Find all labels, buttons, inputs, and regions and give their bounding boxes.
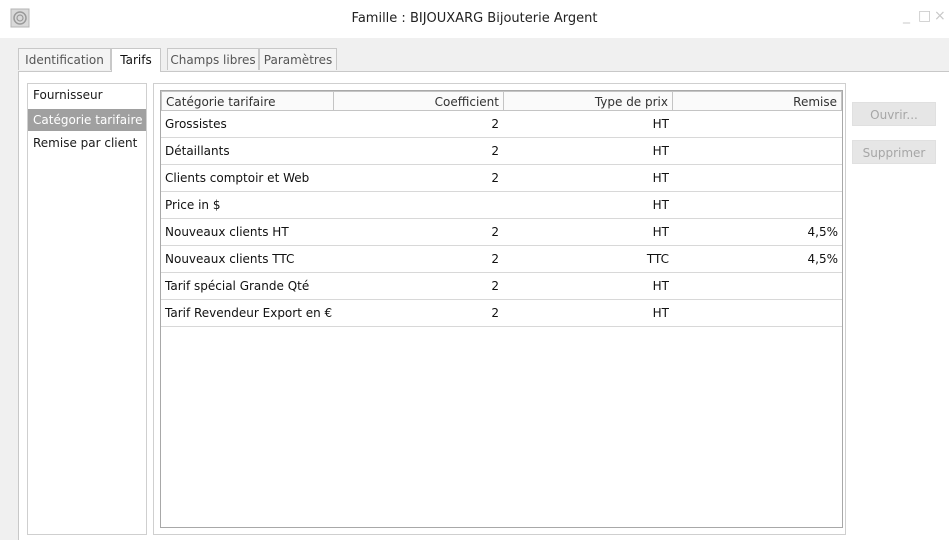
cell-categorie: Grossistes	[165, 117, 227, 131]
app-window: Famille : BIJOUXARG Bijouterie Argent _ …	[0, 0, 949, 540]
cell-categorie: Tarif Revendeur Export en €	[165, 306, 333, 320]
cell-coefficient: 2	[491, 117, 499, 131]
cell-coefficient: 2	[491, 225, 499, 239]
column-header-remise[interactable]: Remise	[672, 91, 842, 111]
nav-item-categorie-tarifaire[interactable]: Catégorie tarifaire	[28, 109, 146, 131]
title-bar: Famille : BIJOUXARG Bijouterie Argent _ …	[0, 0, 949, 38]
cell-type-de-prix: HT	[652, 306, 669, 320]
cell-coefficient	[333, 192, 503, 218]
cell-remise	[673, 273, 842, 299]
maximize-button[interactable]: □	[918, 8, 931, 24]
cell-remise	[673, 165, 842, 191]
cell-categorie: Price in $	[165, 198, 221, 212]
cell-remise: 4,5%	[807, 225, 839, 239]
cell-remise	[673, 111, 842, 137]
cell-remise	[673, 192, 842, 218]
cell-remise	[673, 138, 842, 164]
tab-identification[interactable]: Identification	[18, 48, 111, 70]
table-row[interactable]: Price in $ HT	[161, 192, 842, 219]
column-header-categorie[interactable]: Catégorie tarifaire	[161, 91, 334, 111]
cell-remise: 4,5%	[807, 252, 839, 266]
cell-coefficient: 2	[491, 252, 499, 266]
table-row[interactable]: Nouveaux clients TTC 2 TTC 4,5%	[161, 246, 842, 273]
table-row[interactable]: Tarif Revendeur Export en € 2 HT	[161, 300, 842, 327]
tab-champs-libres[interactable]: Champs libres	[167, 48, 259, 70]
minimize-button[interactable]: _	[903, 8, 910, 24]
table-row[interactable]: Clients comptoir et Web 2 HT	[161, 165, 842, 192]
cell-categorie: Nouveaux clients HT	[165, 225, 289, 239]
cell-remise	[673, 300, 842, 326]
table-row[interactable]: Nouveaux clients HT 2 HT 4,5%	[161, 219, 842, 246]
cell-type-de-prix: HT	[652, 198, 669, 212]
table-header: Catégorie tarifaire Coefficient Type de …	[161, 91, 842, 111]
table-row[interactable]: Tarif spécial Grande Qté 2 HT	[161, 273, 842, 300]
cell-categorie: Tarif spécial Grande Qté	[165, 279, 310, 293]
close-button[interactable]: ×	[934, 8, 946, 24]
price-category-table[interactable]: Catégorie tarifaire Coefficient Type de …	[160, 90, 843, 528]
column-header-type-de-prix[interactable]: Type de prix	[503, 91, 673, 111]
table-row[interactable]: Détaillants 2 HT	[161, 138, 842, 165]
nav-item-fournisseur[interactable]: Fournisseur	[28, 84, 146, 106]
cell-type-de-prix: HT	[652, 144, 669, 158]
cell-coefficient: 2	[491, 279, 499, 293]
cell-categorie: Nouveaux clients TTC	[165, 252, 295, 266]
column-header-coefficient[interactable]: Coefficient	[333, 91, 504, 111]
cell-coefficient: 2	[491, 171, 499, 185]
cell-categorie: Clients comptoir et Web	[165, 171, 310, 185]
cell-type-de-prix: TTC	[646, 252, 669, 266]
cell-type-de-prix: HT	[652, 225, 669, 239]
cell-coefficient: 2	[491, 144, 499, 158]
delete-button[interactable]: Supprimer	[852, 140, 936, 164]
open-button[interactable]: Ouvrir...	[852, 102, 936, 126]
window-title: Famille : BIJOUXARG Bijouterie Argent	[351, 11, 598, 26]
cell-type-de-prix: HT	[652, 171, 669, 185]
cell-categorie: Détaillants	[165, 144, 230, 158]
cell-type-de-prix: HT	[652, 117, 669, 131]
table-row[interactable]: Grossistes 2 HT	[161, 111, 842, 138]
category-nav: Fournisseur Catégorie tarifaire Remise p…	[27, 83, 147, 535]
tab-tarifs[interactable]: Tarifs	[111, 48, 161, 72]
tab-parametres[interactable]: Paramètres	[259, 48, 337, 70]
cell-coefficient: 2	[491, 306, 499, 320]
cell-type-de-prix: HT	[652, 279, 669, 293]
nav-item-remise-par-client[interactable]: Remise par client	[28, 132, 146, 154]
